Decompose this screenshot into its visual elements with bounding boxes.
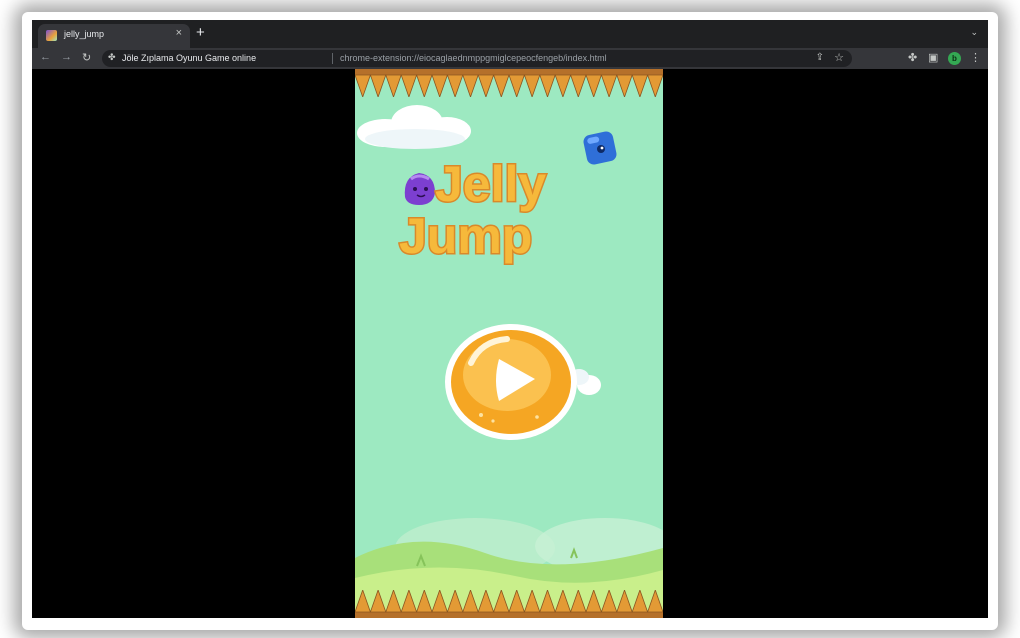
spike [523, 590, 541, 613]
spike [355, 590, 371, 613]
back-arrow-icon[interactable]: ← [40, 51, 51, 63]
spike [385, 590, 402, 613]
cloud-decoration [357, 105, 471, 149]
spike [616, 74, 633, 97]
spike [477, 74, 495, 97]
side-panel-icon[interactable]: ▣ [928, 51, 938, 64]
address-separator [332, 53, 333, 64]
title-line-2: Jump [399, 208, 532, 264]
spike [539, 590, 556, 613]
tab-strip: jelly_jump × + ⌄ [32, 20, 988, 48]
spike [400, 74, 418, 97]
new-tab-button[interactable]: + [196, 24, 205, 42]
spike [431, 74, 448, 97]
spike [431, 590, 448, 613]
spike [400, 590, 418, 613]
share-icon[interactable]: ⇪ [816, 52, 824, 63]
spike [616, 590, 633, 613]
extensions-puzzle-icon[interactable]: ✤ [908, 51, 917, 64]
spike [585, 74, 602, 97]
spike [631, 74, 649, 97]
tab-title: jelly_jump [64, 29, 105, 39]
spike [539, 74, 556, 97]
star-icon[interactable]: ☆ [834, 51, 844, 64]
spike [446, 74, 464, 97]
spike [446, 590, 464, 613]
address-bar[interactable]: ✤ Jöle Zıplama Oyunu Game online chrome-… [102, 50, 852, 67]
spike [647, 590, 663, 613]
spike [508, 590, 525, 613]
spike [462, 74, 479, 97]
spike [493, 74, 510, 97]
spike [369, 590, 387, 613]
spike [554, 74, 572, 97]
forward-arrow-icon[interactable]: → [61, 51, 72, 63]
bottom-spikes [355, 590, 663, 618]
spike [647, 74, 663, 97]
spike [585, 590, 602, 613]
spike [462, 590, 479, 613]
spike [369, 74, 387, 97]
spike [508, 74, 525, 97]
title-line-1: Jelly [435, 156, 546, 212]
browser-toolbar: ← → ↻ ✤ Jöle Zıplama Oyunu Game online c… [32, 48, 988, 69]
top-spikes [355, 69, 663, 97]
spike [385, 74, 402, 97]
game-favicon-icon [46, 30, 57, 41]
spike [600, 74, 618, 97]
kebab-menu-icon[interactable]: ⋮ [970, 51, 981, 64]
tab-jelly-jump[interactable]: jelly_jump × [38, 24, 190, 48]
spike [631, 590, 649, 613]
reload-icon[interactable]: ↻ [82, 51, 91, 64]
play-button[interactable] [441, 319, 601, 444]
spike [554, 590, 572, 613]
game-canvas[interactable]: Jelly Jump [355, 69, 663, 618]
spike [355, 74, 371, 97]
site-name: Jöle Zıplama Oyunu Game online [122, 53, 257, 63]
close-tab-icon[interactable]: × [176, 27, 182, 39]
puzzle-icon: ✤ [108, 52, 116, 62]
page-viewport: Jelly Jump [32, 69, 988, 618]
spike [570, 74, 587, 97]
spike [570, 590, 587, 613]
spike [600, 590, 618, 613]
profile-avatar[interactable]: b [948, 52, 961, 65]
browser-window: jelly_jump × + ⌄ ← → ↻ ✤ Jöle Zıplama Oy… [32, 20, 988, 618]
spike [493, 590, 510, 613]
spike [416, 74, 433, 97]
tab-search-icon[interactable]: ⌄ [970, 27, 978, 38]
spike [523, 74, 541, 97]
game-logo: Jelly Jump [398, 155, 548, 266]
url-text[interactable]: chrome-extension://eiocaglaednmppgmiglce… [340, 53, 607, 63]
spike [416, 590, 433, 613]
spike [477, 590, 495, 613]
